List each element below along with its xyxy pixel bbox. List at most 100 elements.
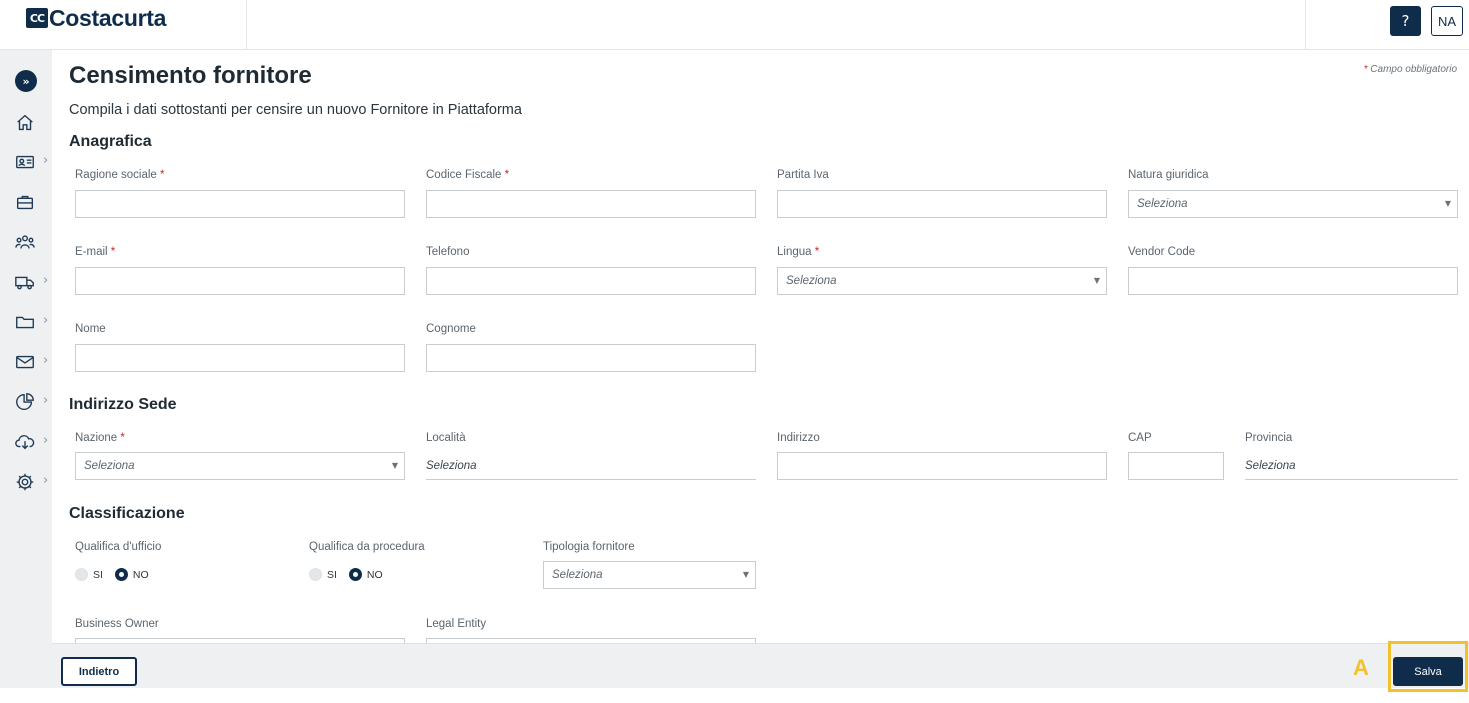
nome-input[interactable]: [75, 344, 405, 372]
section-title-classificazione: Classificazione: [69, 505, 185, 522]
ragione-sociale-input[interactable]: [75, 190, 405, 218]
chevron-right-icon: ›: [43, 433, 49, 448]
user-avatar-button[interactable]: NA: [1431, 6, 1463, 36]
sidebar-item-download[interactable]: ›: [14, 429, 52, 455]
tipologia-fornitore-label: Tipologia fornitore: [543, 541, 635, 553]
sidebar-item-report[interactable]: ›: [14, 389, 52, 415]
chevron-right-icon: ›: [43, 313, 49, 328]
sidebar-item-documenti[interactable]: ›: [14, 309, 52, 335]
legal-entity-label: Legal Entity: [426, 618, 487, 630]
page-subtitle: Compila i dati sottostanti per censire u…: [69, 102, 522, 118]
chevron-right-icon: ›: [43, 273, 49, 288]
caret-down-icon: ▼: [1093, 276, 1100, 285]
business-owner-label: Business Owner: [75, 618, 159, 630]
radio-label-si: SI: [93, 568, 103, 581]
partita-iva-input[interactable]: [777, 190, 1107, 218]
logo[interactable]: CC Costacurta: [26, 4, 167, 31]
lingua-select[interactable]: Seleziona ▼: [777, 267, 1107, 295]
sidebar-item-impostazioni[interactable]: ›: [14, 469, 52, 495]
top-bar: CC Costacurta ? NA: [0, 0, 1469, 50]
nazione-select[interactable]: Seleziona ▼: [75, 452, 405, 480]
truck-icon: [15, 276, 34, 290]
ragione-sociale-label: Ragione sociale *: [75, 169, 165, 181]
sidebar-item-logistica[interactable]: ›: [14, 269, 52, 295]
annotation-marker: A: [1353, 655, 1369, 680]
chevron-right-icon: ›: [43, 473, 49, 488]
caret-down-icon: ▼: [742, 570, 749, 579]
home-icon: [17, 114, 33, 131]
caret-down-icon: ▼: [391, 461, 398, 470]
codice-fiscale-input[interactable]: [426, 190, 756, 218]
lingua-value: Seleziona: [786, 275, 837, 287]
section-title-anagrafica: Anagrafica: [69, 133, 152, 150]
qualifica-procedura-radio-no[interactable]: [348, 568, 362, 581]
users-icon: [15, 235, 35, 249]
chevron-right-icon: ›: [43, 393, 49, 408]
header-divider: [246, 0, 247, 50]
sidebar-item-anagrafiche[interactable]: ›: [14, 149, 52, 175]
sidebar-item-home[interactable]: [14, 110, 52, 136]
back-button[interactable]: Indietro: [61, 657, 137, 686]
annotation-highlight-box: [1388, 641, 1468, 692]
localita-select[interactable]: Seleziona: [426, 452, 756, 480]
qualifica-procedura-radio-group: SI NO: [309, 568, 395, 581]
sidebar-item-fornitori[interactable]: [14, 189, 52, 215]
caret-down-icon: ▼: [1444, 199, 1451, 208]
localita-label: Località: [426, 432, 466, 444]
chevron-right-icon: ›: [43, 153, 49, 168]
natura-giuridica-select[interactable]: Seleziona ▼: [1128, 190, 1458, 218]
tipologia-fornitore-select[interactable]: Seleziona ▼: [543, 561, 756, 589]
lingua-label: Lingua *: [777, 246, 820, 258]
help-button[interactable]: ?: [1390, 6, 1421, 36]
tipologia-fornitore-value: Seleziona: [552, 569, 603, 581]
required-note: * Campo obbligatorio: [1364, 64, 1457, 75]
provincia-label: Provincia: [1245, 432, 1293, 444]
partita-iva-label: Partita Iva: [777, 169, 829, 181]
vendor-code-label: Vendor Code: [1128, 246, 1196, 258]
page-title: Censimento fornitore: [69, 62, 312, 89]
mail-icon: [16, 355, 34, 369]
cloud-download-icon: [15, 435, 35, 450]
email-label: E-mail *: [75, 246, 116, 258]
required-note-text: Campo obbligatorio: [1370, 64, 1457, 75]
qualifica-ufficio-radio-si[interactable]: [75, 568, 88, 581]
radio-label-no: NO: [366, 568, 383, 581]
main-content: Censimento fornitore * Campo obbligatori…: [52, 50, 1469, 643]
qualifica-ufficio-label: Qualifica d'ufficio: [75, 541, 162, 553]
indirizzo-input[interactable]: [777, 452, 1107, 480]
qualifica-procedura-radio-si[interactable]: [309, 568, 322, 581]
expand-sidebar-icon[interactable]: »: [15, 70, 37, 92]
folder-icon: [16, 316, 34, 329]
header-divider: [1305, 0, 1306, 50]
qualifica-ufficio-radio-no[interactable]: [114, 568, 128, 581]
cap-input[interactable]: [1128, 452, 1224, 480]
gear-icon: [16, 473, 34, 491]
cognome-label: Cognome: [426, 323, 476, 335]
provincia-select[interactable]: Seleziona: [1245, 452, 1458, 480]
cognome-input[interactable]: [426, 344, 756, 372]
sidebar: » › › › › › › ›: [0, 50, 52, 688]
vendor-code-input[interactable]: [1128, 267, 1458, 295]
briefcase-icon: [16, 195, 34, 210]
sidebar-item-utenti[interactable]: [14, 229, 52, 255]
logo-mark: CC: [26, 8, 48, 28]
telefono-input[interactable]: [426, 267, 756, 295]
qualifica-procedura-label: Qualifica da procedura: [309, 541, 425, 553]
qualifica-ufficio-radio-group: SI NO: [75, 568, 161, 581]
chevron-right-icon: ›: [43, 353, 49, 368]
cap-label: CAP: [1128, 432, 1152, 444]
nazione-label: Nazione *: [75, 432, 125, 444]
logo-text: Costacurta: [49, 4, 167, 31]
natura-giuridica-value: Seleziona: [1137, 198, 1188, 210]
natura-giuridica-label: Natura giuridica: [1128, 169, 1209, 181]
telefono-label: Telefono: [426, 246, 470, 258]
footer-bar: Indietro Salva: [52, 643, 1469, 688]
section-title-indirizzo: Indirizzo Sede: [69, 396, 177, 413]
email-input[interactable]: [75, 267, 405, 295]
nazione-value: Seleziona: [84, 460, 135, 472]
radio-label-no: NO: [132, 568, 149, 581]
id-card-icon: [16, 155, 34, 169]
codice-fiscale-label: Codice Fiscale *: [426, 169, 510, 181]
sidebar-item-messaggi[interactable]: ›: [14, 349, 52, 375]
indirizzo-label: Indirizzo: [777, 432, 820, 444]
